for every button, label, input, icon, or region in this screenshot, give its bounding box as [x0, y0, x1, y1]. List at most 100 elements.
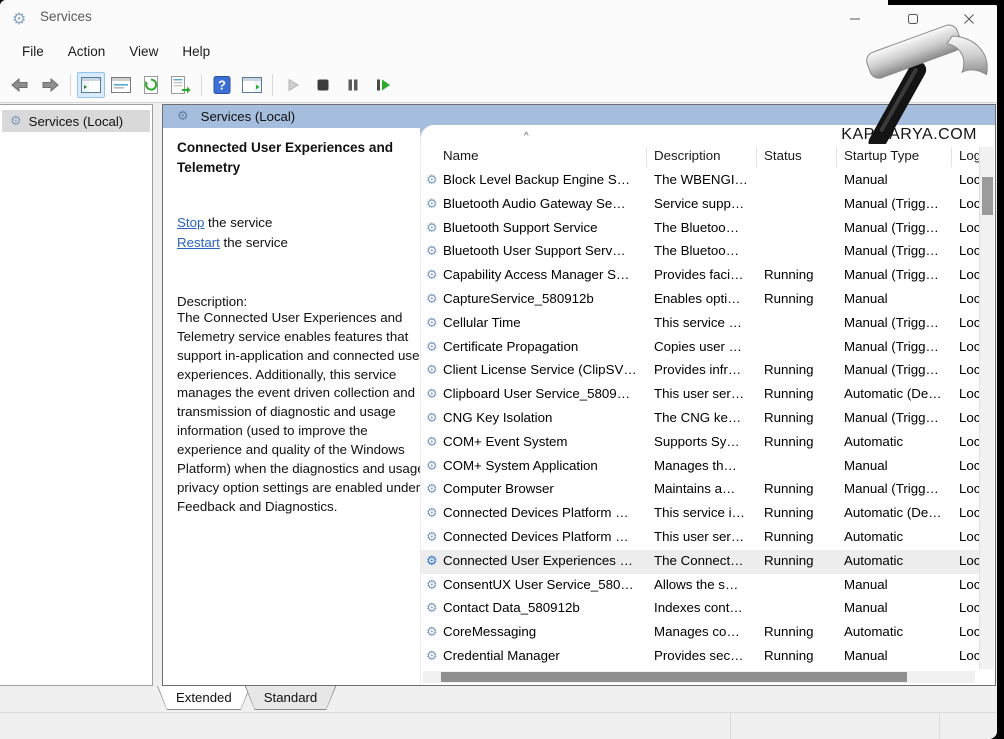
maximize-button[interactable]	[891, 6, 935, 32]
services-app-icon: ⚙	[12, 9, 26, 28]
column-header-description[interactable]: Description	[654, 148, 721, 163]
service-row[interactable]: ⚙ Cellular Time This service … Manual (T…	[421, 312, 979, 336]
service-row[interactable]: ⚙ COM+ Event System Supports Sy… Running…	[421, 431, 979, 455]
service-description: Manages th…	[654, 458, 754, 473]
service-startup-type: Manual (Trigg…	[844, 481, 950, 496]
menu-help[interactable]: Help	[170, 40, 222, 63]
close-button[interactable]	[947, 6, 991, 32]
services-gear-icon: ⚙	[10, 114, 22, 129]
service-row[interactable]: ⚙ CoreMessaging Manages co… Running Auto…	[421, 621, 979, 645]
stop-service-link[interactable]: Stop	[177, 215, 204, 230]
export-list-button[interactable]	[167, 72, 195, 98]
tab-extended[interactable]: Extended	[157, 686, 251, 710]
service-startup-type: Automatic	[844, 553, 950, 568]
service-row[interactable]: ⚙ Clipboard User Service_5809… This user…	[421, 383, 979, 407]
service-description: Manages co…	[654, 624, 754, 639]
service-row[interactable]: ⚙ Client License Service (ClipSV… Provid…	[421, 359, 979, 383]
service-startup-type: Manual (Trigg…	[844, 220, 950, 235]
service-startup-type: Automatic (De…	[844, 505, 950, 520]
service-row[interactable]: ⚙ Capability Access Manager S… Provides …	[421, 264, 979, 288]
pause-icon	[346, 78, 360, 92]
stop-service-button[interactable]	[309, 72, 337, 98]
service-name: ConsentUX User Service_580…	[443, 577, 645, 592]
service-startup-type: Manual	[844, 577, 950, 592]
service-name: Client License Service (ClipSV…	[443, 362, 645, 377]
service-row[interactable]: ⚙ ConsentUX User Service_580… Allows the…	[421, 574, 979, 598]
service-row[interactable]: ⚙ Connected Devices Platform … This user…	[421, 526, 979, 550]
column-header-name[interactable]: Name	[443, 148, 478, 163]
service-description-pane: Connected User Experiences and Telemetry…	[163, 128, 420, 685]
service-row[interactable]: ⚙ Connected Devices Platform … This serv…	[421, 502, 979, 526]
service-description: The Bluetoo…	[654, 220, 754, 235]
restart-service-link[interactable]: Restart	[177, 235, 220, 250]
start-service-button[interactable]	[279, 72, 307, 98]
column-header-startup-type[interactable]: Startup Type	[844, 148, 919, 163]
service-description: The WBENGI…	[654, 172, 754, 187]
menu-action[interactable]: Action	[56, 40, 118, 63]
service-row[interactable]: ⚙ CNG Key Isolation The CNG ke… Running …	[421, 407, 979, 431]
status-bar-divider	[730, 713, 731, 739]
panel-header-title: Services (Local)	[201, 109, 296, 124]
help-icon: ?	[213, 76, 231, 94]
service-row[interactable]: ⚙ Contact Data_580912b Indexes cont… Man…	[421, 597, 979, 621]
service-name: CNG Key Isolation	[443, 410, 645, 425]
back-button[interactable]	[6, 72, 34, 98]
properties-button[interactable]	[107, 72, 135, 98]
pause-service-button[interactable]	[339, 72, 367, 98]
refresh-button[interactable]	[137, 72, 165, 98]
service-log-on-as: Loc	[959, 458, 979, 473]
tab-extended-label: Extended	[158, 686, 250, 709]
service-row[interactable]: ⚙ Connected User Experiences … The Conne…	[421, 550, 979, 574]
service-row[interactable]: ⚙ Block Level Backup Engine S… The WBENG…	[421, 169, 979, 193]
service-log-on-as: Loc	[959, 577, 979, 592]
horizontal-scrollbar-thumb[interactable]	[441, 672, 907, 682]
service-status: Running	[764, 291, 836, 306]
restart-service-button[interactable]	[369, 72, 397, 98]
tab-standard-label: Standard	[246, 686, 336, 709]
stop-service-suffix: the service	[204, 215, 272, 230]
service-log-on-as: Loc	[959, 386, 979, 401]
stop-icon	[316, 78, 330, 92]
menu-view[interactable]: View	[117, 40, 170, 63]
service-log-on-as: Loc	[959, 362, 979, 377]
service-description: Supports Sy…	[654, 434, 754, 449]
forward-arrow-icon	[41, 78, 59, 92]
service-row[interactable]: ⚙ COM+ System Application Manages th… Ma…	[421, 455, 979, 479]
vertical-scrollbar-thumb[interactable]	[982, 177, 993, 215]
service-log-on-as: Loc	[959, 196, 979, 211]
column-divider	[756, 147, 757, 167]
menu-file[interactable]: File	[10, 40, 56, 63]
column-header-status[interactable]: Status	[764, 148, 802, 163]
service-gear-icon: ⚙	[426, 292, 438, 307]
service-description: This user ser…	[654, 529, 754, 544]
service-name: Connected User Experiences …	[443, 553, 645, 568]
tree-item-services-local[interactable]: ⚙ Services (Local)	[2, 110, 150, 132]
horizontal-scrollbar[interactable]	[423, 671, 975, 683]
toolbar-separator	[272, 74, 273, 96]
service-row[interactable]: ⚙ CaptureService_580912b Enables opti… R…	[421, 288, 979, 312]
service-gear-icon: ⚙	[426, 435, 438, 450]
service-log-on-as: Loc	[959, 339, 979, 354]
service-description: Enables opti…	[654, 291, 754, 306]
service-gear-icon: ⚙	[426, 649, 438, 664]
tab-standard[interactable]: Standard	[245, 686, 337, 710]
service-gear-icon: ⚙	[426, 244, 438, 259]
service-status: Running	[764, 648, 836, 663]
service-row[interactable]: ⚙ Credential Manager Provides sec… Runni…	[421, 645, 979, 669]
service-startup-type: Manual	[844, 291, 950, 306]
service-row[interactable]: ⚙ Bluetooth Support Service The Bluetoo……	[421, 217, 979, 241]
column-header-log-on-as[interactable]: Log	[959, 148, 981, 163]
service-row[interactable]: ⚙ Bluetooth Audio Gateway Se… Service su…	[421, 193, 979, 217]
service-row[interactable]: ⚙ Computer Browser Maintains a… Running …	[421, 478, 979, 502]
minimize-button[interactable]	[833, 6, 877, 32]
service-row[interactable]: ⚙ Bluetooth User Support Serv… The Bluet…	[421, 240, 979, 264]
help-button[interactable]: ?	[208, 72, 236, 98]
show-action-pane-button[interactable]	[238, 72, 266, 98]
forward-button[interactable]	[36, 72, 64, 98]
vertical-scrollbar[interactable]	[979, 147, 994, 669]
service-name: Clipboard User Service_5809…	[443, 386, 645, 401]
service-row[interactable]: ⚙ Certificate Propagation Copies user … …	[421, 336, 979, 360]
service-description: Provides faci…	[654, 267, 754, 282]
show-console-tree-button[interactable]	[77, 72, 105, 98]
service-gear-icon: ⚙	[426, 601, 438, 616]
